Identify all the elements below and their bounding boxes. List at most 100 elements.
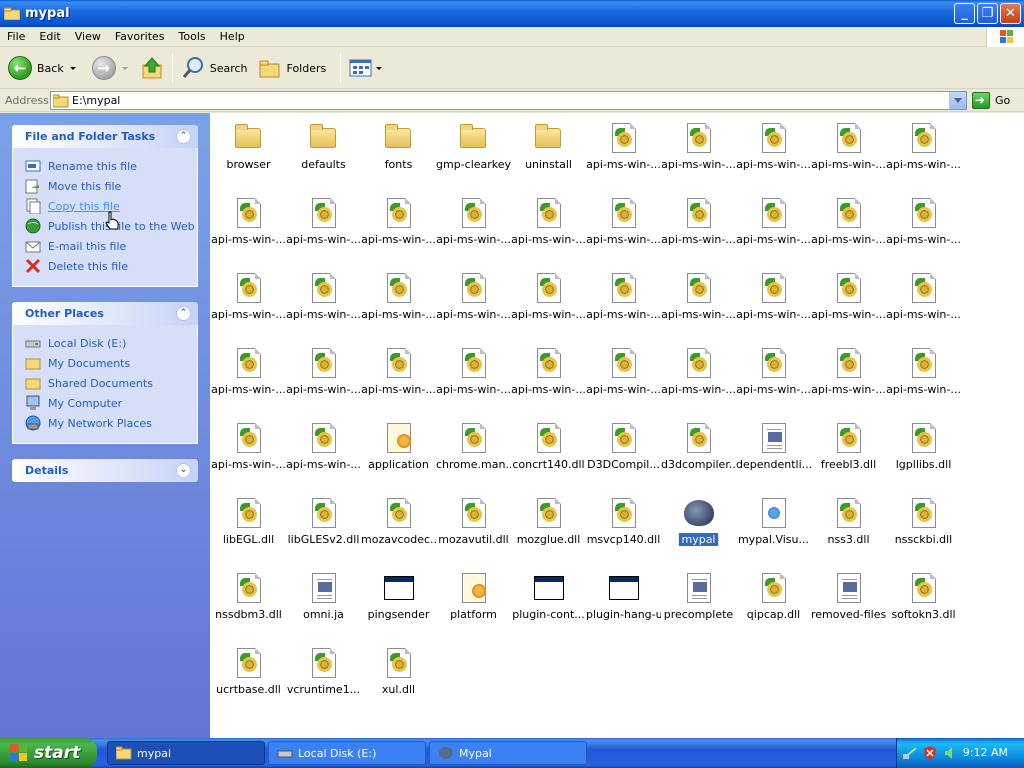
title-bar[interactable]: mypal _ ❐ ✕ [0, 0, 1024, 27]
file-item[interactable]: browser [211, 118, 286, 193]
file-list[interactable]: browser defaults fonts gmp-clearkey uninstal… [210, 113, 1024, 738]
security-shield-icon[interactable] [923, 746, 937, 760]
panel-header[interactable]: Details ⌄ [12, 459, 198, 482]
clock[interactable]: 9:12 AM [963, 746, 1008, 759]
file-item[interactable]: freebl3.dll [811, 418, 886, 493]
place-my-network[interactable]: My Network Places [25, 413, 197, 433]
place-my-documents[interactable]: My Documents [25, 353, 197, 373]
file-item[interactable]: api-ms-win-... [736, 193, 811, 268]
file-item[interactable]: api-ms-win-... [886, 268, 961, 343]
file-item[interactable]: nss3.dll [811, 493, 886, 568]
file-item[interactable]: gmp-clearkey [436, 118, 511, 193]
collapse-icon[interactable]: ⌃ [176, 129, 191, 144]
file-item[interactable]: api-ms-win-... [886, 193, 961, 268]
file-item[interactable]: mozavutil.dll [436, 493, 511, 568]
go-button[interactable]: Go [972, 92, 1010, 109]
task-rename[interactable]: Rename this file [25, 156, 197, 176]
volume-icon[interactable] [943, 746, 957, 760]
file-item[interactable]: api-ms-win-... [886, 118, 961, 193]
task-delete[interactable]: Delete this file [25, 256, 197, 276]
menu-edit[interactable]: Edit [32, 30, 67, 43]
back-dropdown-icon[interactable] [69, 66, 76, 70]
address-dropdown-button[interactable] [949, 92, 966, 109]
menu-favorites[interactable]: Favorites [108, 30, 172, 43]
forward-button[interactable]: → [88, 50, 132, 86]
file-item[interactable]: api-ms-win-... [661, 343, 736, 418]
file-item[interactable]: mypal [661, 493, 736, 568]
folders-button[interactable]: Folders [254, 50, 331, 86]
file-item[interactable]: api-ms-win-... [586, 268, 661, 343]
file-item[interactable]: api-ms-win-... [211, 418, 286, 493]
file-item[interactable]: api-ms-win-... [286, 343, 361, 418]
file-item[interactable]: api-ms-win-... [286, 268, 361, 343]
file-item[interactable]: concrt140.dll [511, 418, 586, 493]
file-item[interactable]: api-ms-win-... [586, 193, 661, 268]
minimize-button[interactable]: _ [954, 3, 975, 24]
file-item[interactable]: removed-files [811, 568, 886, 643]
file-item[interactable]: plugin-cont... [511, 568, 586, 643]
file-item[interactable]: nssckbi.dll [886, 493, 961, 568]
file-item[interactable]: api-ms-win-... [586, 118, 661, 193]
file-item[interactable]: d3dcompiler... [661, 418, 736, 493]
file-item[interactable]: api-ms-win-... [286, 418, 361, 493]
file-item[interactable]: libEGL.dll [211, 493, 286, 568]
views-dropdown-icon[interactable] [376, 66, 383, 70]
file-item[interactable]: plugin-hang-ui [586, 568, 661, 643]
file-item[interactable]: api-ms-win-... [511, 343, 586, 418]
file-item[interactable]: omni.ja [286, 568, 361, 643]
file-item[interactable]: api-ms-win-... [361, 268, 436, 343]
file-item[interactable]: api-ms-win-... [886, 343, 961, 418]
panel-header[interactable]: Other Places ⌃ [12, 302, 198, 325]
menu-help[interactable]: Help [213, 30, 252, 43]
file-item[interactable]: ucrtbase.dll [211, 643, 286, 718]
file-item[interactable]: uninstall [511, 118, 586, 193]
menu-file[interactable]: File [0, 30, 32, 43]
file-item[interactable]: api-ms-win-... [211, 343, 286, 418]
file-item[interactable]: qipcap.dll [736, 568, 811, 643]
file-item[interactable]: api-ms-win-... [436, 193, 511, 268]
file-item[interactable]: application [361, 418, 436, 493]
file-item[interactable]: api-ms-win-... [736, 268, 811, 343]
file-item[interactable]: chrome.man... [436, 418, 511, 493]
taskbar-item-mypal-folder[interactable]: mypal [107, 741, 265, 765]
maximize-button[interactable]: ❐ [977, 3, 998, 24]
start-button[interactable]: start [0, 738, 97, 768]
file-item[interactable]: fonts [361, 118, 436, 193]
file-item[interactable]: api-ms-win-... [661, 193, 736, 268]
place-shared-documents[interactable]: Shared Documents [25, 373, 197, 393]
network-tray-icon[interactable] [903, 746, 917, 760]
menu-view[interactable]: View [68, 30, 108, 43]
views-button[interactable] [345, 50, 386, 86]
search-button[interactable]: Search [177, 50, 252, 86]
file-item[interactable]: api-ms-win-... [736, 118, 811, 193]
file-item[interactable]: nssdbm3.dll [211, 568, 286, 643]
place-local-disk[interactable]: Local Disk (E:) [25, 333, 197, 353]
menu-tools[interactable]: Tools [172, 30, 213, 43]
file-item[interactable]: libGLESv2.dll [286, 493, 361, 568]
file-item[interactable]: api-ms-win-... [361, 343, 436, 418]
task-move[interactable]: Move this file [25, 176, 197, 196]
file-item[interactable]: api-ms-win-... [661, 268, 736, 343]
forward-dropdown-icon[interactable] [121, 66, 128, 70]
expand-icon[interactable]: ⌄ [176, 463, 191, 478]
file-item[interactable]: api-ms-win-... [511, 268, 586, 343]
up-button[interactable] [136, 50, 168, 86]
file-item[interactable]: mozglue.dll [511, 493, 586, 568]
file-item[interactable]: msvcp140.dll [586, 493, 661, 568]
task-email[interactable]: E-mail this file [25, 236, 197, 256]
file-item[interactable]: api-ms-win-... [211, 193, 286, 268]
taskbar-item-local-disk[interactable]: Local Disk (E:) [268, 741, 426, 765]
close-button[interactable]: ✕ [1000, 3, 1021, 24]
file-item[interactable]: lgpllibs.dll [886, 418, 961, 493]
file-item[interactable]: precomplete [661, 568, 736, 643]
back-button[interactable]: ← Back [4, 50, 80, 86]
file-item[interactable]: platform [436, 568, 511, 643]
file-item[interactable]: api-ms-win-... [286, 193, 361, 268]
file-item[interactable]: vcruntime1... [286, 643, 361, 718]
file-item[interactable]: mozavcodec... [361, 493, 436, 568]
file-item[interactable]: api-ms-win-... [811, 118, 886, 193]
file-item[interactable]: api-ms-win-... [811, 268, 886, 343]
file-item[interactable]: pingsender [361, 568, 436, 643]
collapse-icon[interactable]: ⌃ [176, 306, 191, 321]
file-item[interactable]: defaults [286, 118, 361, 193]
